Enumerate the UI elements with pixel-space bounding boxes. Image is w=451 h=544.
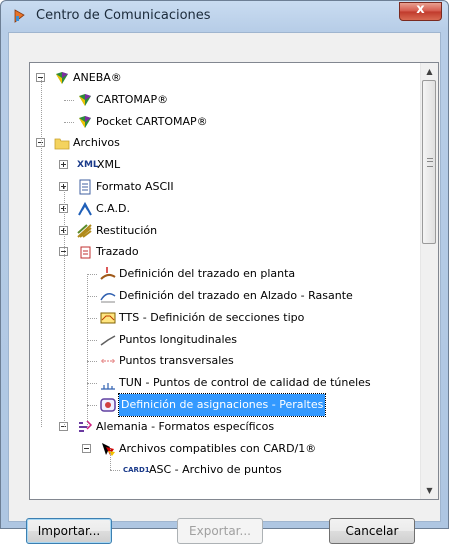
tree-item-label: Pocket CARTOMAP® bbox=[96, 114, 208, 128]
tree-item-label: C.A.D. bbox=[96, 201, 130, 215]
tree-guide-line bbox=[64, 187, 65, 427]
close-button[interactable]: x bbox=[399, 2, 442, 21]
tree-connector bbox=[87, 361, 97, 363]
aneba-icon bbox=[79, 115, 91, 128]
import-button[interactable]: Importar... bbox=[26, 518, 112, 544]
tree-item-restitucion[interactable]: Restitución bbox=[30, 220, 420, 242]
tree-content: ANEBA® CARTOMAP® Pocket CARTOMAP® Archivos X… bbox=[30, 63, 420, 499]
scroll-thumb[interactable] bbox=[422, 80, 436, 244]
tree-item-tun[interactable]: TUN - Puntos de control de calidad de tú… bbox=[30, 372, 420, 394]
title-bar[interactable]: Centro de Comunicaciones x bbox=[1, 1, 448, 31]
tree-item-planta[interactable]: Definición del trazado en planta bbox=[30, 263, 420, 285]
communications-tree[interactable]: ANEBA® CARTOMAP® Pocket CARTOMAP® Archivos X… bbox=[29, 62, 439, 500]
collapse-icon[interactable] bbox=[82, 443, 91, 453]
tree-item-alzado[interactable]: Definición del trazado en Alzado - Rasan… bbox=[30, 285, 420, 307]
document-icon bbox=[79, 179, 91, 195]
tree-item-ascii[interactable]: Formato ASCII bbox=[30, 176, 420, 198]
tree-item-label: Restitución bbox=[96, 223, 158, 237]
tree-connector bbox=[87, 405, 97, 406]
vertical-scrollbar[interactable]: ▲ ▼ bbox=[420, 63, 438, 499]
tree-item-label: TUN - Puntos de control de calidad de tú… bbox=[119, 376, 371, 390]
window-title: Centro de Comunicaciones bbox=[36, 8, 211, 23]
tree-connector bbox=[64, 121, 74, 123]
tree-connector bbox=[87, 383, 97, 385]
planta-icon bbox=[100, 267, 116, 280]
app-icon bbox=[14, 9, 25, 23]
tree-item-label: XML bbox=[97, 158, 121, 172]
close-icon: x bbox=[416, 2, 425, 17]
export-button[interactable]: Exportar... bbox=[177, 518, 263, 544]
dialog-window: Centro de Comunicaciones x ANEBA® CARTOMA… bbox=[0, 0, 449, 544]
tree-item-card1[interactable]: Archivos compatibles con CARD/1® bbox=[30, 438, 420, 460]
tree-item-cad[interactable]: C.A.D. bbox=[30, 198, 420, 220]
grip-icon bbox=[427, 158, 433, 167]
tree-item-longitudinales[interactable]: Puntos longitudinales bbox=[30, 329, 420, 351]
tree-guide-line bbox=[41, 78, 42, 427]
tree-item-label: Trazado bbox=[96, 245, 139, 259]
tree-item-label: Archivos bbox=[73, 136, 120, 150]
tree-item-cartomap[interactable]: CARTOMAP® bbox=[30, 89, 420, 111]
alzado-icon bbox=[100, 293, 116, 303]
tree-item-label: Definición de asignaciones - Peraltes bbox=[117, 393, 327, 417]
tree-item-label: Formato ASCII bbox=[96, 180, 174, 193]
tree-connector bbox=[87, 339, 97, 341]
alemania-icon bbox=[79, 420, 93, 432]
folder-icon bbox=[54, 138, 70, 150]
tree-item-pocket-cartomap[interactable]: Pocket CARTOMAP® bbox=[30, 111, 420, 133]
tree-connector bbox=[87, 274, 97, 276]
longitudinal-icon bbox=[100, 334, 116, 346]
tree-item-asc[interactable]: CARD1 ASC - Archivo de puntos bbox=[30, 459, 420, 481]
tree-item-aneba[interactable]: ANEBA® bbox=[30, 67, 420, 89]
expand-icon[interactable] bbox=[59, 160, 68, 170]
scroll-up-icon[interactable]: ▲ bbox=[421, 63, 438, 80]
tree-connector bbox=[64, 99, 74, 101]
tts-icon bbox=[100, 312, 116, 324]
tree-item-transversales[interactable]: Puntos transversales bbox=[30, 350, 420, 372]
tree-connector bbox=[87, 296, 97, 297]
cancel-button[interactable]: Cancelar bbox=[329, 518, 415, 544]
xml-icon: XML bbox=[77, 160, 99, 171]
tree-item-archivos[interactable]: Archivos bbox=[30, 132, 420, 154]
tree-item-label: ASC - Archivo de puntos bbox=[149, 463, 282, 477]
tree-item-label: Definición del trazado en Alzado - Rasan… bbox=[119, 289, 353, 302]
restitution-icon bbox=[77, 223, 92, 238]
tree-guide-line bbox=[110, 448, 111, 471]
tree-item-label: CARTOMAP® bbox=[96, 92, 169, 106]
tree-item-label: Definición del trazado en planta bbox=[119, 267, 296, 281]
tree-item-alemania[interactable]: Alemania - Formatos específicos bbox=[30, 416, 420, 438]
peraltes-icon bbox=[100, 398, 116, 412]
tree-item-label: Puntos longitudinales bbox=[119, 332, 238, 346]
tree-item-peraltes[interactable]: Definición de asignaciones - Peraltes bbox=[30, 393, 420, 417]
scroll-down-icon[interactable]: ▼ bbox=[421, 482, 438, 499]
tree-item-xml[interactable]: XML XML bbox=[30, 154, 420, 176]
aneba-icon bbox=[56, 72, 68, 84]
tree-item-trazado[interactable]: Trazado bbox=[30, 241, 420, 263]
tree-item-label: Puntos transversales bbox=[119, 354, 234, 368]
tunnel-icon bbox=[101, 383, 115, 390]
tree-item-label: TTS - Definición de secciones tipo bbox=[119, 310, 305, 324]
dialog-client-area: ANEBA® CARTOMAP® Pocket CARTOMAP® Archivos X… bbox=[8, 32, 441, 544]
card1-icon: CARD1 bbox=[123, 466, 150, 475]
germany-icon bbox=[102, 442, 115, 456]
tree-guide-line bbox=[87, 274, 88, 427]
transversal-icon bbox=[101, 359, 115, 364]
trazado-icon bbox=[80, 246, 91, 259]
tree-connector bbox=[87, 317, 97, 319]
tree-connector bbox=[110, 470, 120, 472]
tree-item-label: ANEBA® bbox=[73, 71, 122, 84]
tree-item-label: Archivos compatibles con CARD/1® bbox=[119, 441, 317, 455]
tree-item-tts[interactable]: TTS - Definición de secciones tipo bbox=[30, 307, 420, 329]
cad-icon bbox=[78, 201, 92, 216]
aneba-icon bbox=[79, 93, 91, 106]
tree-item-label: Alemania - Formatos específicos bbox=[96, 419, 275, 433]
